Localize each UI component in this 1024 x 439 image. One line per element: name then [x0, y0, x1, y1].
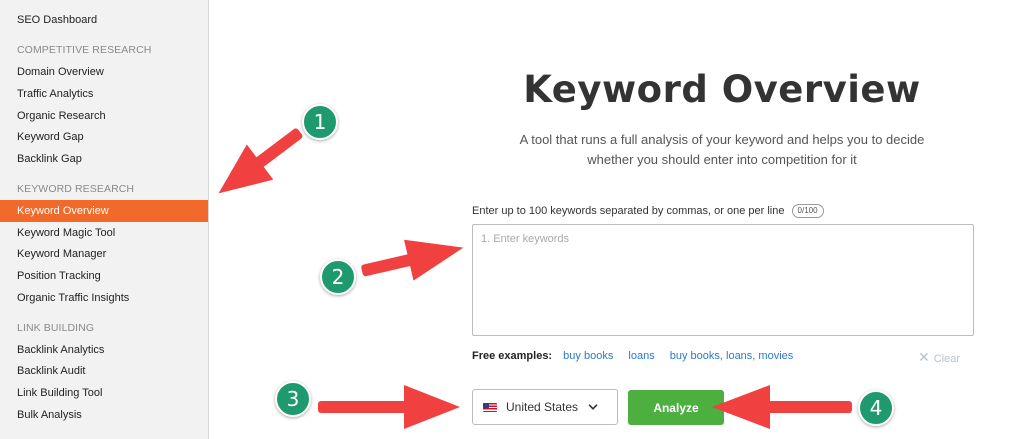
sidebar-item-keyword-overview[interactable]: Keyword Overview	[0, 200, 208, 222]
keywords-input[interactable]	[472, 224, 974, 336]
subtitle-line-2: whether you should enter into competitio…	[587, 152, 857, 167]
sidebar-item-backlink-audit[interactable]: Backlink Audit	[0, 360, 208, 382]
annotation-arrow-3	[318, 385, 460, 429]
example-link-loans[interactable]: loans	[628, 350, 654, 362]
subtitle-line-1: A tool that runs a full analysis of your…	[519, 132, 925, 147]
sidebar-item-seo-dashboard[interactable]: SEO Dashboard	[0, 9, 208, 31]
sidebar-item-organic-traffic-insights[interactable]: Organic Traffic Insights	[0, 287, 208, 309]
sidebar-item-bulk-analysis[interactable]: Bulk Analysis	[0, 404, 208, 426]
sidebar-item-domain-overview[interactable]: Domain Overview	[0, 61, 208, 83]
page-subtitle: A tool that runs a full analysis of your…	[472, 130, 972, 170]
us-flag-icon	[483, 402, 497, 412]
annotation-badge-2: 2	[320, 259, 356, 295]
sidebar-item-organic-research[interactable]: Organic Research	[0, 105, 208, 127]
sidebar-heading-keyword-research: KEYWORD RESEARCH	[17, 183, 135, 195]
sidebar-item-keyword-gap[interactable]: Keyword Gap	[0, 126, 208, 148]
sidebar-item-backlink-analytics[interactable]: Backlink Analytics	[0, 339, 208, 361]
sidebar-item-backlink-gap[interactable]: Backlink Gap	[0, 148, 208, 170]
example-link-buy-books[interactable]: buy books	[563, 350, 613, 362]
country-value: United States	[506, 400, 579, 414]
country-select[interactable]: United States	[472, 389, 618, 425]
sidebar-item-position-tracking[interactable]: Position Tracking	[0, 265, 208, 287]
sidebar-heading-link-building: LINK BUILDING	[17, 322, 95, 334]
example-link-multiple[interactable]: buy books, loans, movies	[670, 350, 794, 362]
annotation-arrow-1	[218, 128, 303, 194]
sidebar-item-keyword-manager[interactable]: Keyword Manager	[0, 243, 208, 265]
page-title: Keyword Overview	[523, 68, 921, 111]
sidebar-item-traffic-analytics[interactable]: Traffic Analytics	[0, 83, 208, 105]
keyword-instruction-text: Enter up to 100 keywords separated by co…	[472, 205, 785, 217]
analyze-button[interactable]: Analyze	[628, 390, 724, 425]
clear-label: Clear	[933, 353, 961, 365]
annotation-arrow-4	[712, 385, 852, 429]
sidebar-heading-competitive-research: COMPETITIVE RESEARCH	[17, 44, 152, 56]
clear-button[interactable]: ✕ Clear	[918, 349, 960, 366]
annotation-badge-1: 1	[302, 104, 338, 140]
annotation-arrow-2	[361, 239, 464, 281]
free-examples-label: Free examples:	[472, 350, 553, 362]
annotation-badge-4: 4	[858, 390, 894, 426]
close-icon: ✕	[918, 349, 930, 365]
sidebar-item-keyword-magic-tool[interactable]: Keyword Magic Tool	[0, 222, 208, 244]
annotation-badge-3: 3	[275, 381, 311, 417]
sidebar: SEO Dashboard COMPETITIVE RESEARCH Domain …	[0, 0, 209, 439]
chevron-down-icon	[588, 404, 598, 410]
keyword-instruction: Enter up to 100 keywords separated by co…	[472, 204, 824, 218]
sidebar-item-link-building-tool[interactable]: Link Building Tool	[0, 382, 208, 404]
keyword-counter: 0/100	[791, 204, 824, 218]
free-examples: Free examples: buy books loans buy books…	[472, 350, 805, 362]
